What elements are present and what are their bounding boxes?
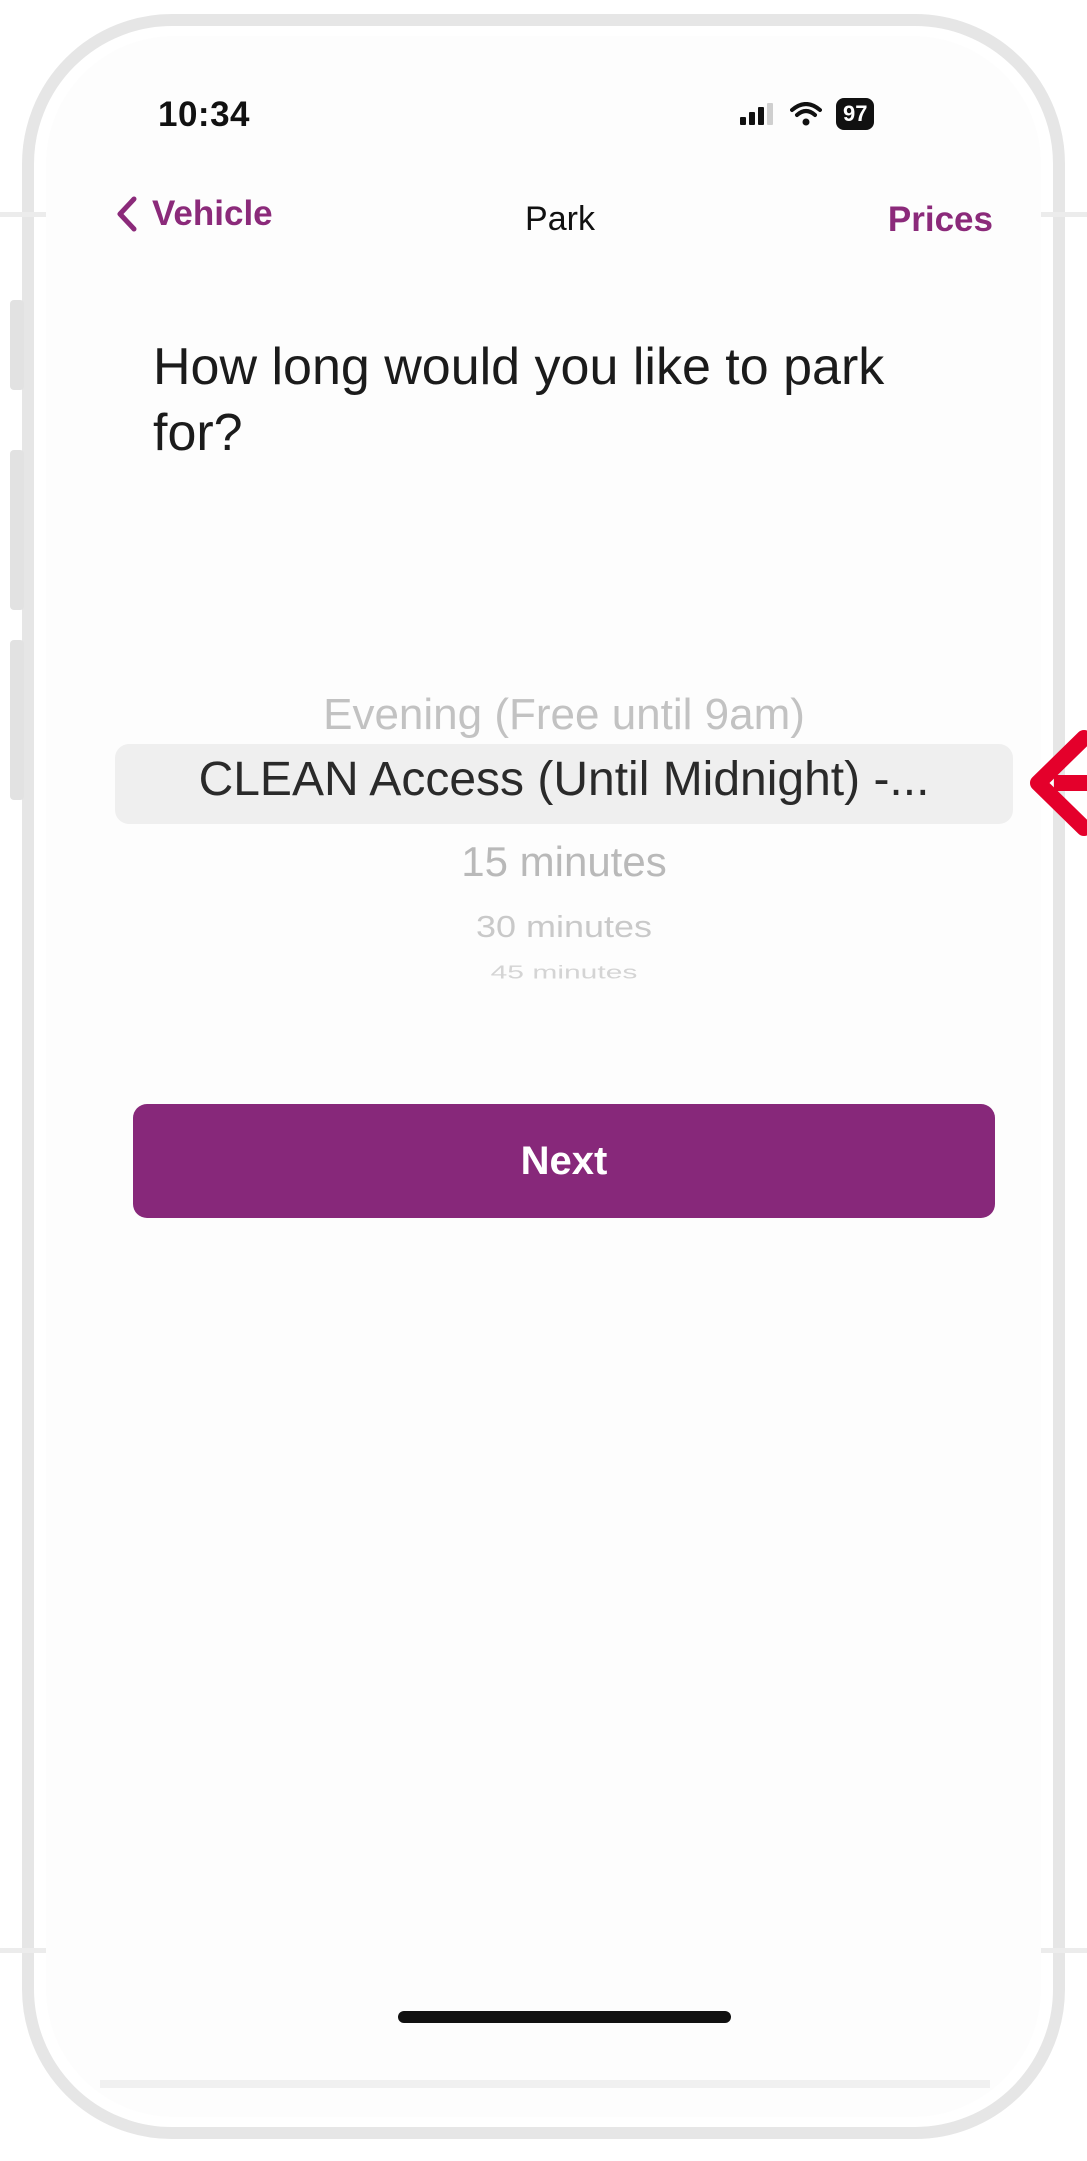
next-button-label: Next [520, 1138, 608, 1183]
volume-down-button [10, 640, 24, 800]
frame-edge [1041, 212, 1087, 217]
wifi-icon [790, 102, 822, 126]
annotation-arrow-icon [1030, 730, 1087, 836]
picker-option[interactable]: 45 minutes [115, 963, 1013, 983]
picker-option[interactable]: Evening (Free until 9am) [115, 690, 1013, 740]
next-button[interactable]: Next [133, 1104, 995, 1218]
duration-picker[interactable]: Evening (Free until 9am) CLEAN Access (U… [115, 680, 1013, 1000]
nav-title: Park [525, 200, 595, 238]
picker-option[interactable]: 15 minutes [115, 838, 1013, 886]
back-button[interactable]: Vehicle [116, 194, 273, 234]
battery-indicator: 97 [836, 98, 875, 130]
frame-edge [0, 212, 46, 217]
status-time: 10:34 [158, 95, 251, 134]
phone-frame [22, 14, 1065, 2139]
status-icons: 97 [740, 98, 875, 130]
picker-option[interactable]: 30 minutes [115, 909, 1013, 945]
frame-edge [0, 1948, 46, 1953]
frame-edge [1041, 1948, 1087, 1953]
cellular-signal-icon [740, 103, 773, 125]
bottom-safe-area [100, 2080, 990, 2088]
mute-switch [10, 300, 24, 390]
back-button-label: Vehicle [152, 194, 273, 233]
volume-up-button [10, 450, 24, 610]
prices-button[interactable]: Prices [888, 200, 993, 240]
question-heading: How long would you like to park for? [153, 338, 885, 462]
picker-option-selected[interactable]: CLEAN Access (Until Midnight) -... [115, 752, 1013, 807]
chevron-left-icon [117, 196, 137, 232]
home-indicator[interactable] [398, 2011, 731, 2023]
